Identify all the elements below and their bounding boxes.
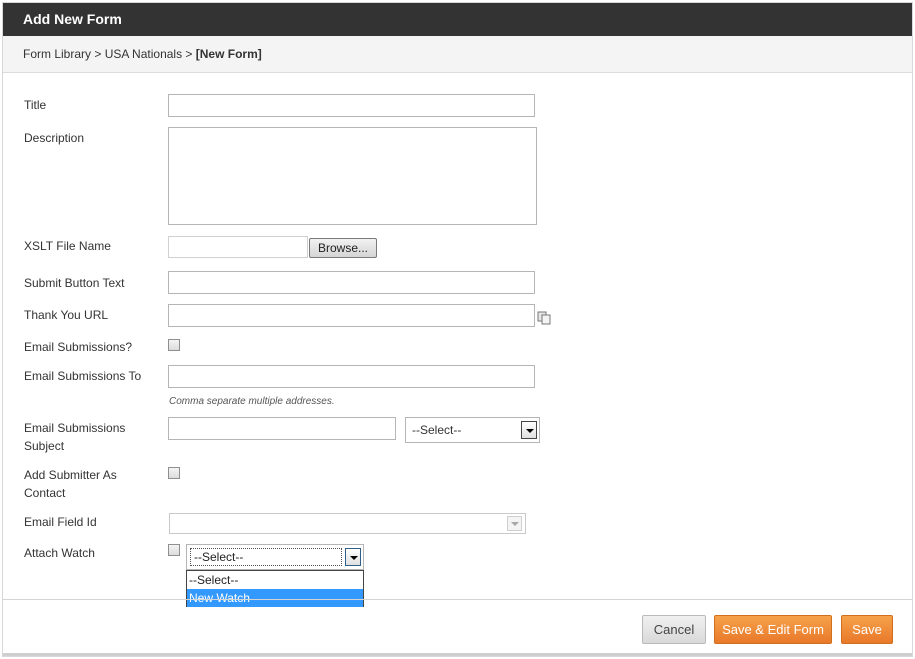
add-new-form-dialog: Add New Form Form Library > USA National…	[2, 2, 913, 657]
xslt-file-name-label: XSLT File Name	[24, 239, 111, 253]
email-field-id-select[interactable]	[169, 513, 526, 534]
bottom-bar	[3, 653, 912, 656]
dropdown-option-select[interactable]: --Select--	[187, 571, 363, 589]
breadcrumb-separator: >	[91, 47, 105, 61]
save-and-edit-form-button[interactable]: Save & Edit Form	[714, 615, 832, 644]
email-subject-label-line2: Subject	[24, 439, 65, 453]
breadcrumb-current: [New Form]	[195, 47, 262, 61]
attach-watch-checkbox[interactable]	[168, 544, 180, 556]
dropdown-option-new-watch[interactable]: New Watch	[187, 589, 363, 607]
email-submissions-label: Email Submissions?	[24, 340, 133, 354]
attach-watch-label: Attach Watch	[24, 546, 95, 560]
add-submitter-label-line2: Contact	[24, 486, 66, 500]
chevron-down-icon[interactable]	[345, 548, 361, 566]
email-subject-input[interactable]	[168, 417, 396, 440]
thank-you-url-label: Thank You URL	[24, 308, 109, 322]
email-subject-select-value: --Select--	[412, 423, 462, 437]
breadcrumb-separator: >	[182, 47, 196, 61]
email-subject-label-line1: Email Submissions	[24, 421, 126, 435]
description-textarea[interactable]	[168, 127, 537, 225]
submit-button-text-input[interactable]	[168, 271, 535, 294]
title-input[interactable]	[168, 94, 535, 117]
email-field-id-label: Email Field Id	[24, 515, 97, 529]
add-submitter-checkbox[interactable]	[168, 467, 180, 479]
browse-button[interactable]: Browse...	[309, 238, 377, 258]
email-subject-select[interactable]: --Select--	[405, 417, 540, 443]
chevron-down-icon[interactable]	[507, 516, 522, 531]
attach-watch-select-value: --Select--	[190, 548, 342, 566]
description-label: Description	[24, 131, 85, 145]
thank-you-url-input[interactable]	[168, 304, 535, 327]
save-button[interactable]: Save	[841, 615, 893, 644]
breadcrumb-usa-nationals[interactable]: USA Nationals	[105, 47, 182, 61]
email-submissions-to-input[interactable]	[168, 365, 535, 388]
copy-icon[interactable]	[537, 311, 551, 325]
footer-divider	[3, 599, 912, 600]
attach-watch-dropdown-list: --Select-- New Watch	[186, 570, 364, 607]
breadcrumb: Form Library > USA Nationals > [New Form…	[3, 36, 912, 73]
submit-button-text-label: Submit Button Text	[24, 276, 125, 290]
cancel-button[interactable]: Cancel	[642, 615, 706, 644]
breadcrumb-form-library[interactable]: Form Library	[23, 47, 91, 61]
email-submissions-to-label: Email Submissions To	[24, 369, 142, 383]
email-submissions-subject-label: Email Submissions Subject	[24, 419, 125, 455]
dialog-title: Add New Form	[3, 3, 912, 36]
attach-watch-select[interactable]: --Select--	[186, 544, 364, 570]
add-submitter-label-line1: Add Submitter As	[24, 468, 117, 482]
chevron-down-icon[interactable]	[521, 421, 537, 439]
title-label: Title	[24, 98, 47, 112]
email-submissions-checkbox[interactable]	[168, 339, 180, 351]
xslt-file-input[interactable]	[168, 236, 308, 258]
email-to-hint: Comma separate multiple addresses.	[169, 396, 335, 407]
add-submitter-label: Add Submitter As Contact	[24, 466, 117, 502]
